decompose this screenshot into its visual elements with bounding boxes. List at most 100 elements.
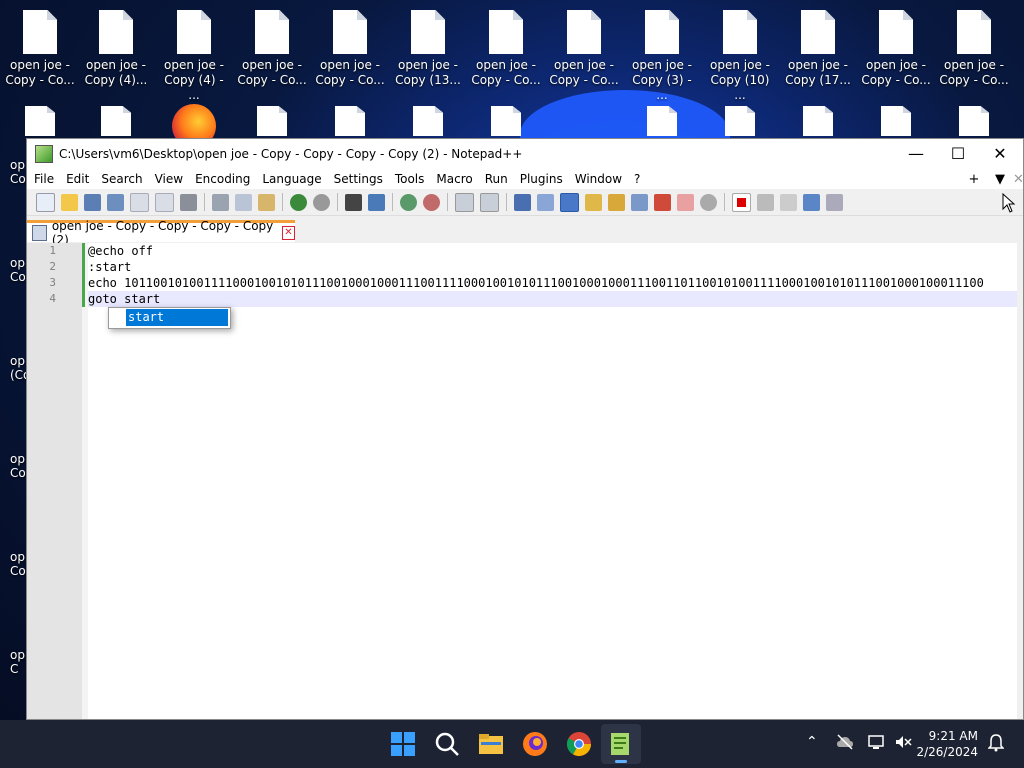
desktop-icon[interactable] xyxy=(80,106,152,140)
menu-view[interactable]: View xyxy=(149,172,189,186)
desktop-icon[interactable]: open joe - Copy - Co... xyxy=(4,10,76,88)
tab-close-icon[interactable]: ✕ xyxy=(282,225,295,240)
desktop-icon[interactable]: open joe - Copy (4)... xyxy=(80,10,152,88)
firefox-icon[interactable] xyxy=(521,730,549,758)
save-icon[interactable] xyxy=(84,193,101,211)
desktop-icon[interactable] xyxy=(314,106,386,140)
function-list-icon[interactable] xyxy=(654,193,671,211)
close-file-icon[interactable] xyxy=(130,192,149,212)
menu-tools[interactable]: Tools xyxy=(389,172,431,186)
desktop-icon[interactable]: open joe - Copy - Co... xyxy=(236,10,308,88)
menu-language[interactable]: Language xyxy=(256,172,327,186)
search-icon[interactable] xyxy=(433,730,461,758)
zoom-in-icon[interactable] xyxy=(400,193,417,211)
desktop-icon-partial[interactable]: opCop xyxy=(10,158,26,186)
vertical-scrollbar[interactable] xyxy=(1017,243,1023,719)
desktop-icon[interactable] xyxy=(860,106,932,140)
desktop-icon[interactable] xyxy=(626,106,698,140)
show-all-characters-icon[interactable] xyxy=(537,193,554,211)
desktop-icon[interactable] xyxy=(4,106,76,140)
desktop-icon[interactable]: open joe - Copy (3) - ... xyxy=(626,10,698,103)
desktop-icon-partial[interactable]: opCop xyxy=(10,452,26,480)
desktop-icon-partial[interactable]: op(Co xyxy=(10,354,26,382)
document-map-icon[interactable] xyxy=(608,193,625,211)
undo-icon[interactable] xyxy=(290,193,307,211)
code-line[interactable]: @echo off xyxy=(88,243,1023,259)
tab-active-document[interactable]: open joe - Copy - Copy - Copy - Copy (2)… xyxy=(27,219,295,247)
file-explorer-icon[interactable] xyxy=(477,730,505,758)
find-icon[interactable] xyxy=(345,193,362,211)
network-icon[interactable] xyxy=(868,734,886,750)
stop-recording-icon[interactable] xyxy=(757,193,774,211)
desktop-icon[interactable]: open joe - Copy (10) ... xyxy=(704,10,776,103)
editor-area[interactable]: 1 2 3 4 @echo off :start echo 1011001010… xyxy=(27,243,1023,719)
record-macro-icon[interactable] xyxy=(732,192,751,212)
desktop-icon-partial[interactable]: opCop xyxy=(10,550,26,578)
desktop-icon[interactable]: open joe - Copy (13... xyxy=(392,10,464,88)
document-list-icon[interactable] xyxy=(631,193,648,211)
desktop-icon[interactable] xyxy=(392,106,464,140)
menu-run[interactable]: Run xyxy=(479,172,514,186)
onedrive-icon[interactable] xyxy=(836,734,854,750)
menu-macro[interactable]: Macro xyxy=(430,172,478,186)
print-icon[interactable] xyxy=(180,193,197,211)
desktop-icon[interactable] xyxy=(704,106,776,140)
open-file-icon[interactable] xyxy=(61,193,78,211)
volume-muted-icon[interactable] xyxy=(894,734,912,750)
tab-list-dropdown[interactable]: ▼ xyxy=(987,172,1013,187)
redo-icon[interactable] xyxy=(313,193,330,211)
new-file-icon[interactable] xyxy=(36,192,55,212)
copy-icon[interactable] xyxy=(235,193,252,211)
desktop-icon[interactable] xyxy=(236,106,308,140)
monitoring-icon[interactable] xyxy=(700,193,717,211)
desktop-icon[interactable]: open joe - Copy (4) - ... xyxy=(158,10,230,103)
menu-search[interactable]: Search xyxy=(95,172,148,186)
menu-help[interactable]: ? xyxy=(628,172,646,186)
desktop-icon[interactable]: open joe - Copy - Co... xyxy=(860,10,932,88)
code-line[interactable]: echo 10110010100111100010010101110010001… xyxy=(88,275,1023,291)
show-hidden-icons-chevron-icon[interactable]: ⌃ xyxy=(806,734,818,750)
zoom-out-icon[interactable] xyxy=(423,193,440,211)
save-macro-icon[interactable] xyxy=(826,193,843,211)
playback-macro-icon[interactable] xyxy=(780,193,797,211)
run-macro-multiple-icon[interactable] xyxy=(803,193,820,211)
menu-edit[interactable]: Edit xyxy=(60,172,95,186)
desktop-icon[interactable] xyxy=(938,106,1010,140)
close-document-button[interactable]: ✕ xyxy=(1013,172,1024,187)
close-all-icon[interactable] xyxy=(155,192,174,212)
autocomplete-item[interactable]: start xyxy=(126,309,228,326)
replace-icon[interactable] xyxy=(368,193,385,211)
folder-as-workspace-icon[interactable] xyxy=(677,193,694,211)
desktop-icon[interactable] xyxy=(470,106,542,140)
new-tab-button[interactable]: + xyxy=(961,172,987,187)
chrome-icon[interactable] xyxy=(565,730,593,758)
maximize-button[interactable]: ☐ xyxy=(935,139,981,169)
desktop-icon[interactable]: open joe - Copy - Co... xyxy=(548,10,620,88)
save-all-icon[interactable] xyxy=(107,193,124,211)
desktop-icon[interactable]: open joe - Copy - Co... xyxy=(314,10,386,88)
paste-icon[interactable] xyxy=(258,193,275,211)
menu-window[interactable]: Window xyxy=(569,172,628,186)
menu-plugins[interactable]: Plugins xyxy=(514,172,569,186)
title-bar[interactable]: C:\Users\vm6\Desktop\open joe - Copy - C… xyxy=(27,139,1023,169)
taskbar-clock[interactable]: 9:21 AM 2/26/2024 xyxy=(916,728,978,760)
desktop-icon[interactable] xyxy=(782,106,854,140)
desktop-icon[interactable]: open joe - Copy - Co... xyxy=(938,10,1010,88)
code-line[interactable]: :start xyxy=(88,259,1023,275)
menu-settings[interactable]: Settings xyxy=(328,172,389,186)
desktop-icon[interactable]: open joe - Copy - Co... xyxy=(470,10,542,88)
notifications-bell-icon[interactable] xyxy=(988,734,1004,752)
desktop-icon[interactable]: open joe - Copy (17... xyxy=(782,10,854,88)
code-line-current[interactable]: goto start xyxy=(88,291,1023,307)
indent-guide-icon[interactable] xyxy=(560,192,579,212)
close-button[interactable]: ✕ xyxy=(977,139,1023,169)
user-defined-language-icon[interactable] xyxy=(585,193,602,211)
desktop-icon-partial[interactable]: op Co xyxy=(10,256,26,284)
word-wrap-icon[interactable] xyxy=(514,193,531,211)
menu-encoding[interactable]: Encoding xyxy=(189,172,256,186)
notepadpp-taskbar-button[interactable] xyxy=(601,724,641,764)
sync-horizontal-icon[interactable] xyxy=(480,192,499,212)
start-button[interactable] xyxy=(389,730,417,758)
sync-vertical-icon[interactable] xyxy=(455,192,474,212)
minimize-button[interactable]: — xyxy=(893,139,939,169)
